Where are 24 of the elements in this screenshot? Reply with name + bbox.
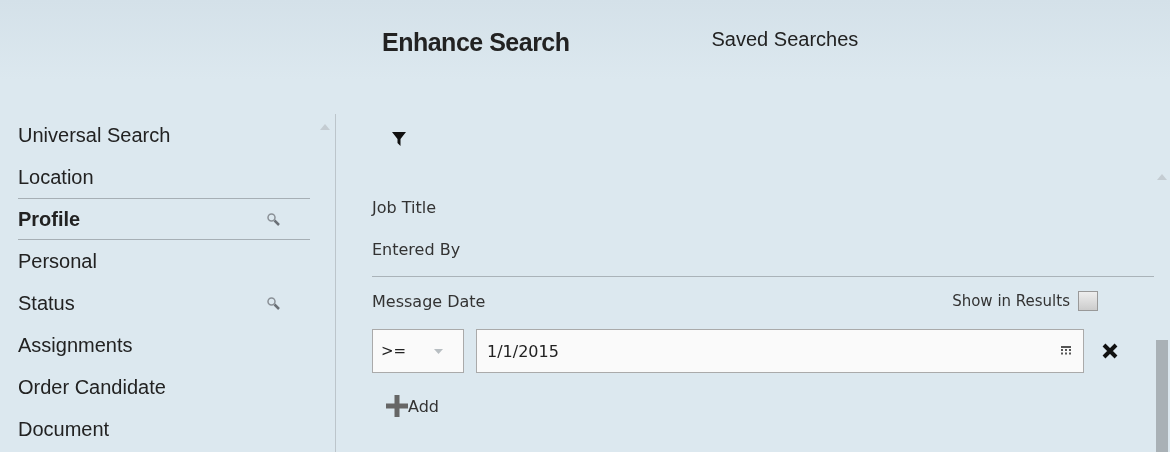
sidebar-item[interactable]: Status [18,282,310,324]
tab[interactable]: Saved Searches [703,22,867,57]
sidebar-item[interactable]: Document [18,408,310,450]
sidebar-item[interactable]: Personal [18,240,310,282]
search-icon[interactable] [267,296,280,310]
remove-icon[interactable] [1102,343,1118,359]
sidebar-item[interactable]: Location [18,156,310,198]
show-in-results-checkbox[interactable] [1078,291,1098,311]
filter-icon[interactable] [392,132,406,146]
sidebar-item[interactable]: Order Candidate [18,366,310,408]
scrollbar-thumb[interactable] [1156,340,1168,452]
date-input-field[interactable]: 1/1/2015 [476,329,1084,373]
show-in-results-label: Show in Results [952,292,1070,310]
field-label[interactable]: Job Title [372,198,1154,240]
operator-dropdown[interactable]: >= [372,329,464,373]
tab[interactable]: Enhance Search [374,22,578,63]
calendar-icon[interactable] [1061,346,1071,356]
search-icon[interactable] [267,212,280,226]
field-label[interactable]: Entered By [372,240,1154,277]
sidebar-item[interactable]: Universal Search [18,114,310,156]
sidebar-item[interactable]: Assignments [18,324,310,366]
sidebar-item[interactable]: Profile [18,198,310,240]
add-button[interactable]: Add [386,395,439,417]
field-label: Message Date [372,291,486,311]
